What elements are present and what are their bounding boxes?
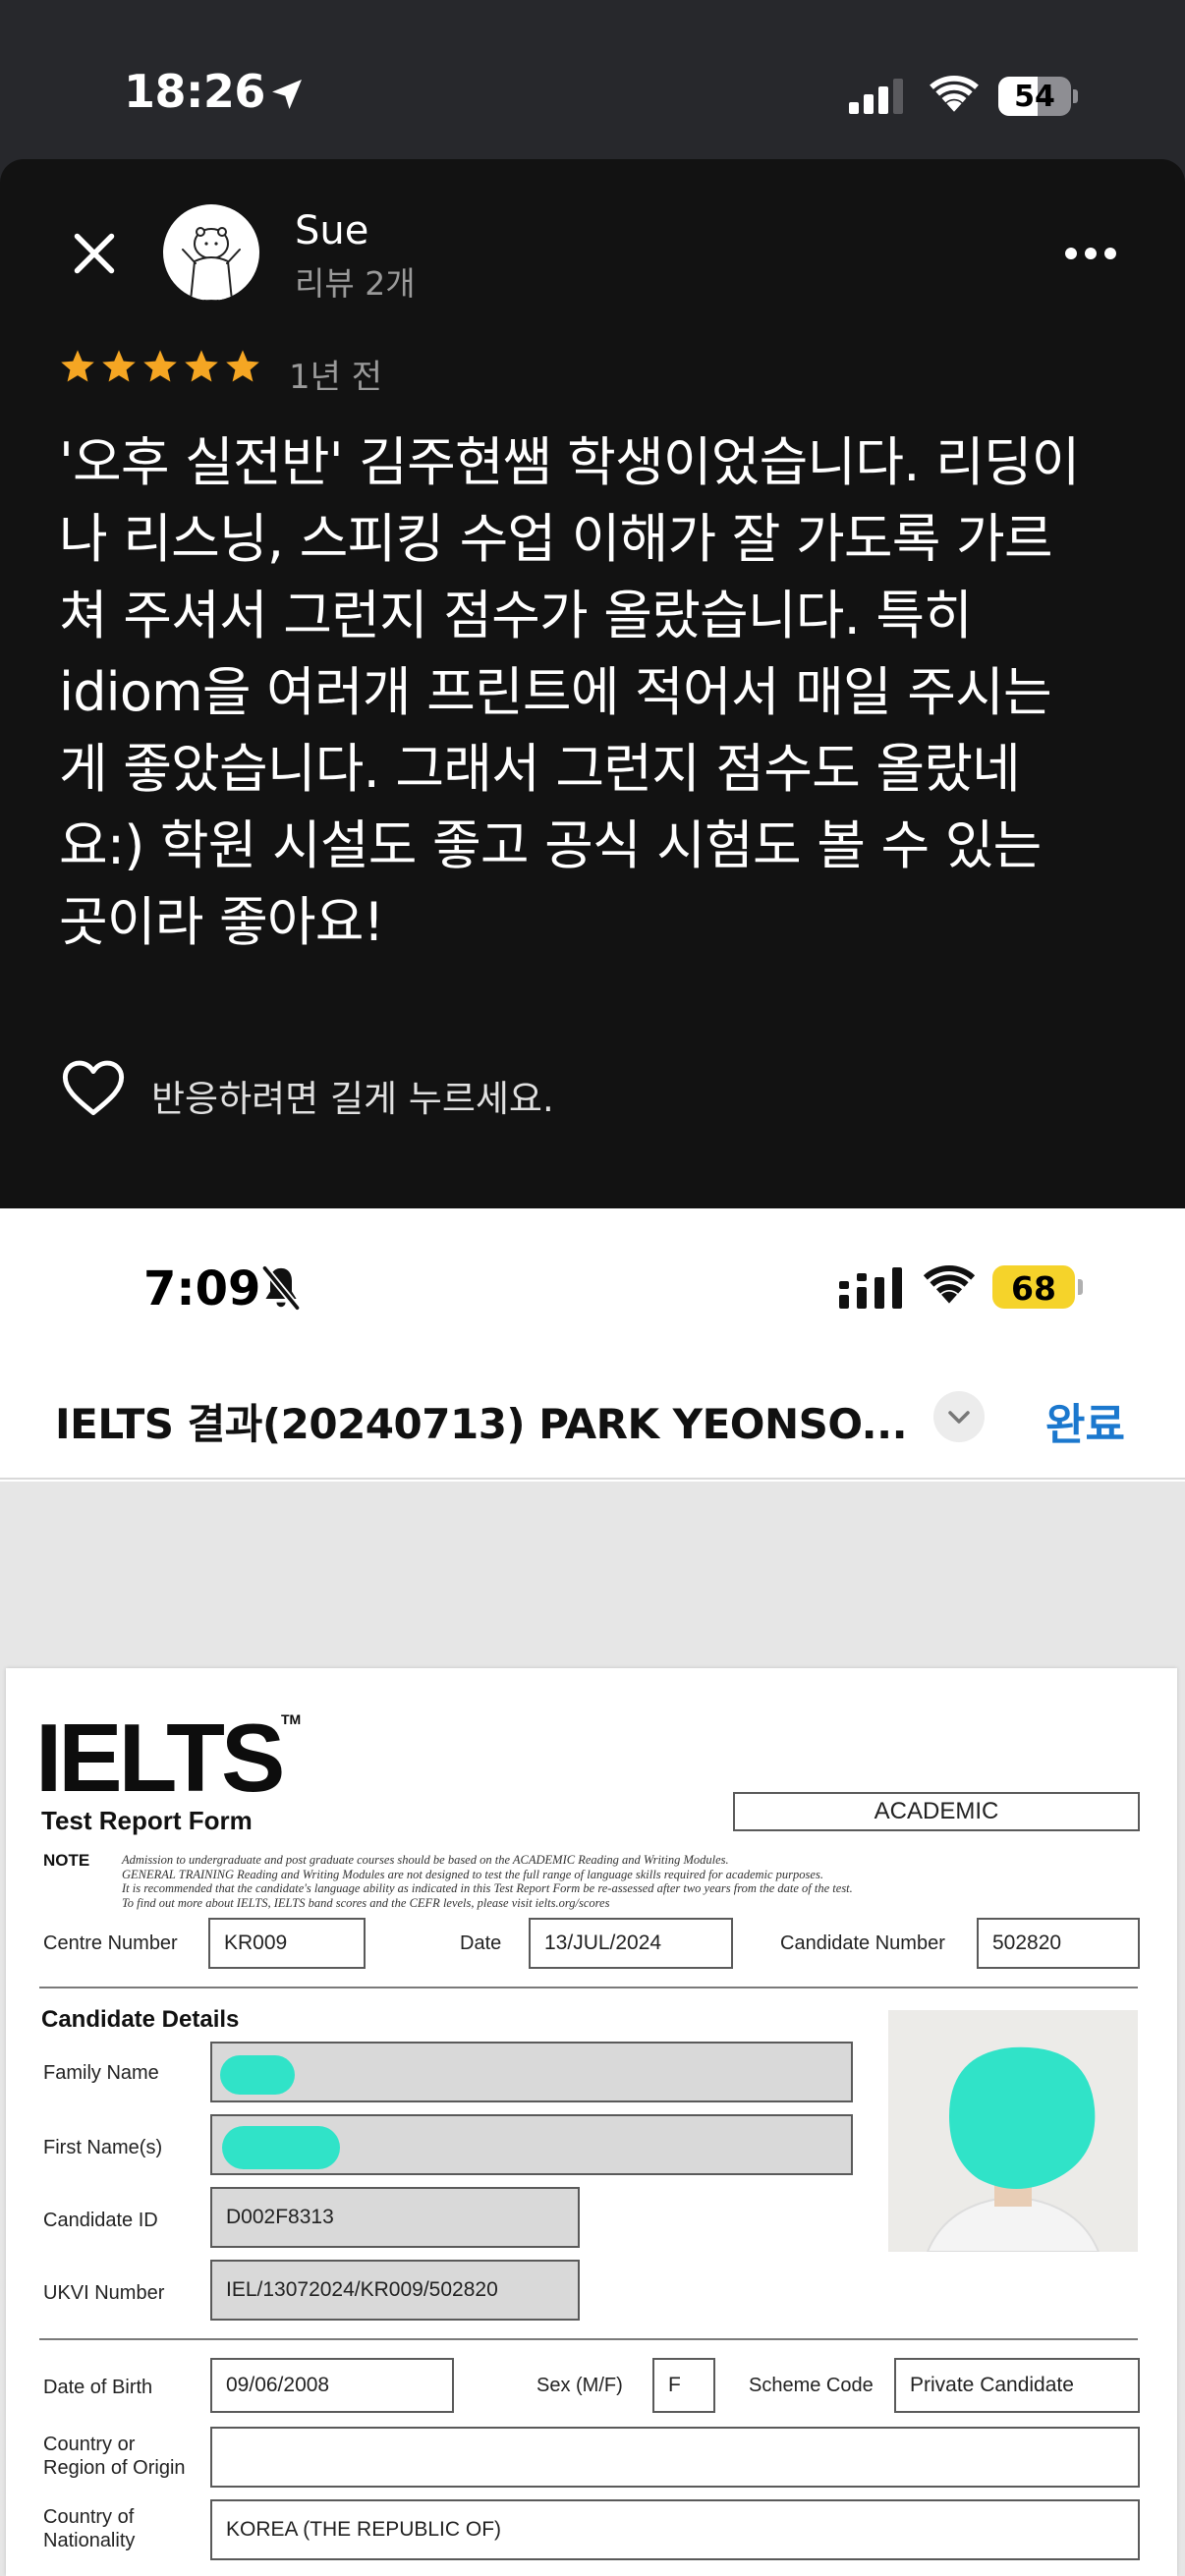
date-of-birth-field: 09/06/2008: [210, 2358, 454, 2413]
redaction-mark: [222, 2126, 340, 2169]
family-name-field: [210, 2042, 853, 2102]
chevron-down-icon: [948, 1411, 970, 1424]
signal-icon: [839, 1267, 902, 1309]
form-title: Test Report Form: [41, 1806, 253, 1835]
location-arrow-icon: [272, 80, 302, 109]
user-name[interactable]: Sue: [295, 208, 368, 253]
country-of-origin-field: [210, 2427, 1140, 2488]
candidate-id-label: Candidate ID: [43, 2210, 158, 2231]
centre-number-label: Centre Number: [43, 1932, 178, 1954]
star-icon: [102, 350, 136, 382]
title-menu-button[interactable]: [933, 1391, 985, 1442]
star-icon: [226, 350, 259, 382]
scheme-code-label: Scheme Code: [749, 2375, 874, 2396]
bell-off-icon: [261, 1265, 301, 1311]
reaction-hint: 반응하려면 길게 누르세요.: [151, 1078, 554, 1120]
country-of-origin-label: Country or Region of Origin: [43, 2434, 186, 2479]
candidate-id-field: D002F8313: [210, 2187, 580, 2248]
scheme-code-field: Private Candidate: [894, 2358, 1140, 2413]
sex-field: F: [652, 2358, 715, 2413]
candidate-photo: [888, 2010, 1138, 2252]
status-time: 7:09: [143, 1261, 261, 1316]
candidate-number-label: Candidate Number: [780, 1932, 945, 1954]
note-label: NOTE: [43, 1851, 90, 1870]
star-icon: [185, 350, 218, 382]
candidate-details-title: Candidate Details: [41, 2006, 240, 2033]
document-viewer-screen: 7:09 68 IELTS 결과(20240713) PARK YEONSO..…: [0, 1208, 1185, 2576]
first-names-label: First Name(s): [43, 2137, 163, 2158]
avatar[interactable]: [163, 204, 259, 301]
redaction-mark: [220, 2055, 295, 2095]
sex-label: Sex (M/F): [536, 2375, 623, 2396]
review-text: '오후 실전반' 김주현쌤 학생이었습니다. 리딩이 나 리스닝, 스피킹 수업…: [59, 431, 1080, 953]
heart-icon[interactable]: [61, 1059, 126, 1118]
ukvi-number-field: IEL/13072024/KR009/502820: [210, 2260, 580, 2321]
review-screen: 18:26 54 Sue 리뷰 2개 1년 전 '오후 실전반' 김주현쌤 학생…: [0, 0, 1185, 1208]
review-count: 리뷰 2개: [295, 264, 416, 303]
battery-icon: 54: [998, 77, 1078, 116]
date-of-birth-label: Date of Birth: [43, 2377, 153, 2398]
signal-icon: [849, 79, 903, 114]
module-box: ACADEMIC: [733, 1792, 1140, 1831]
nationality-label: Country of Nationality: [43, 2506, 136, 2551]
wifi-icon: [930, 76, 979, 112]
star-icon: [143, 350, 177, 382]
date-field: 13/JUL/2024: [529, 1918, 733, 1969]
battery-icon: 68: [992, 1265, 1083, 1309]
family-name-label: Family Name: [43, 2062, 159, 2084]
review-time: 1년 전: [289, 358, 382, 397]
nationality-field: KOREA (THE REPUBLIC OF): [210, 2499, 1140, 2560]
wifi-icon: [923, 1265, 976, 1304]
more-icon[interactable]: [1061, 234, 1120, 273]
ielts-logo: IELTS: [35, 1704, 285, 1812]
star-icon: [61, 350, 94, 382]
ukvi-number-label: UKVI Number: [43, 2282, 165, 2304]
done-button[interactable]: 완료: [1045, 1389, 1125, 1452]
divider: [39, 2338, 1138, 2340]
battery-level: 54: [1014, 80, 1055, 114]
battery-level: 68: [1011, 1269, 1056, 1308]
note-text: Admission to undergraduate and post grad…: [122, 1853, 853, 1910]
candidate-number-field: 502820: [977, 1918, 1140, 1969]
close-icon[interactable]: [65, 224, 124, 283]
status-time: 18:26: [124, 65, 265, 118]
star-rating: [59, 348, 261, 385]
trademark: TM: [281, 1711, 302, 1727]
document-title[interactable]: IELTS 결과(20240713) PARK YEONSO...: [55, 1391, 908, 1451]
divider: [39, 1987, 1138, 1988]
date-label: Date: [460, 1932, 502, 1954]
centre-number-field: KR009: [208, 1918, 366, 1969]
